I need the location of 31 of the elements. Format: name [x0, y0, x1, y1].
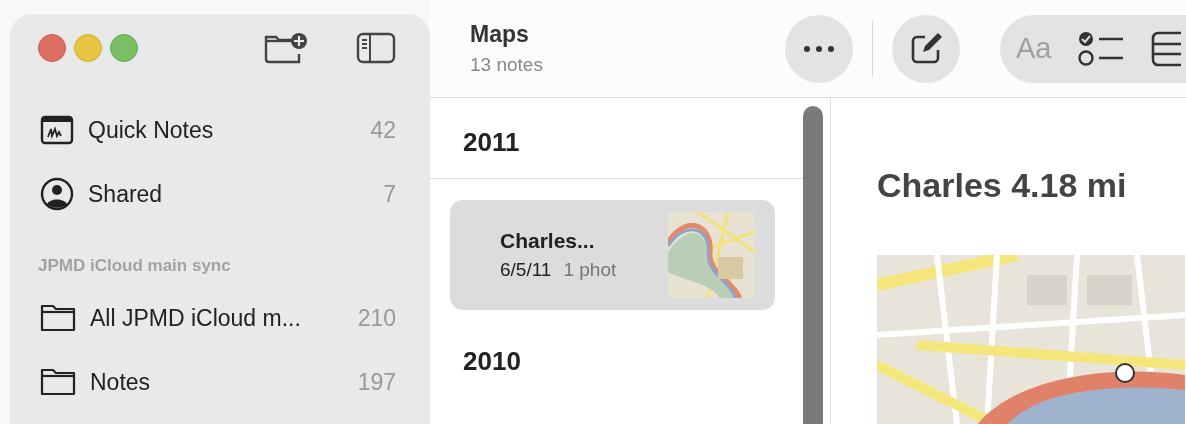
more-icon: [802, 44, 836, 53]
sidebar-item[interactable]: Notes 197: [38, 350, 396, 414]
item-label: Quick Notes: [88, 116, 215, 144]
year-heading: 2010: [462, 344, 522, 378]
note-item[interactable]: Charles... 6/5/11 1 phot: [450, 200, 775, 310]
close-button[interactable]: [38, 34, 66, 62]
compose-icon: [909, 31, 943, 66]
note-preview: 1 phot: [563, 259, 617, 281]
sidebar-item[interactable]: Quick Notes 42: [38, 98, 396, 162]
item-label: Notes: [90, 368, 152, 396]
note-count: 13 notes: [470, 54, 543, 76]
sidebar-item[interactable]: Shared 7: [38, 162, 396, 226]
quick-notes-icon: [40, 115, 74, 145]
sidebar-toggle-icon[interactable]: [356, 32, 396, 64]
item-count: 197: [357, 368, 396, 396]
item-count: 42: [370, 116, 396, 144]
sidebar-item[interactable]: All JPMD iCloud m... 210: [38, 286, 396, 350]
note-title: Charles...: [500, 229, 596, 253]
item-count: 210: [357, 304, 396, 332]
item-count: 7: [383, 180, 396, 208]
scrollbar[interactable]: [803, 106, 823, 424]
note-heading: Charles 4.18 mi: [877, 166, 1128, 205]
person-icon: [40, 177, 74, 211]
item-label: Shared: [88, 180, 164, 208]
table-icon[interactable]: [1151, 30, 1182, 67]
note-date: 6/5/11: [500, 259, 552, 281]
folder-icon: [40, 367, 76, 397]
folder-icon: [40, 303, 76, 333]
item-label: All JPMD iCloud m...: [90, 304, 302, 332]
section-header: JPMD iCloud main sync: [38, 256, 232, 277]
folder-title: Maps: [470, 21, 530, 48]
